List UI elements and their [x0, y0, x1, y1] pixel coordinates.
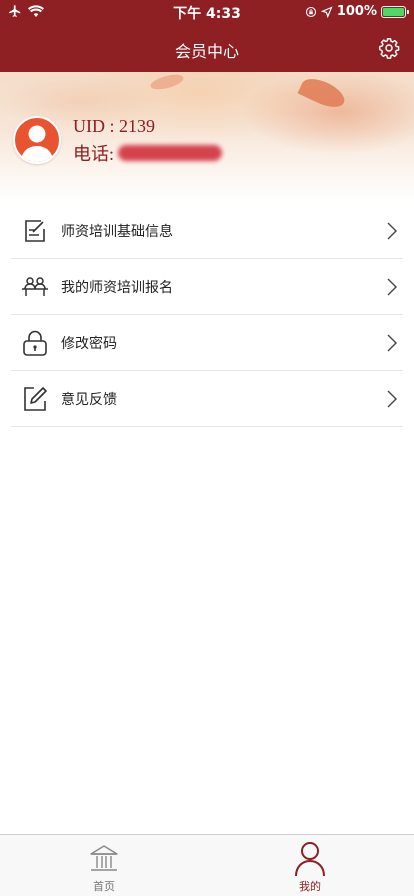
menu-item-change-password[interactable]: 修改密码	[11, 315, 403, 371]
pencil-square-icon	[24, 386, 47, 411]
header: 会员中心	[0, 24, 414, 72]
user-phone: 电话:	[73, 140, 223, 166]
lock-rotation-icon	[305, 6, 316, 17]
user-avatar-icon	[21, 125, 53, 162]
menu-item-feedback[interactable]: 意见反馈	[11, 371, 403, 427]
battery-percent: 100%	[336, 4, 377, 19]
edit-document-icon	[25, 219, 45, 242]
location-icon	[320, 5, 333, 18]
menu-item-label: 师资培训基础信息	[61, 223, 173, 240]
tab-home[interactable]: 首页	[74, 841, 134, 895]
tab-mine[interactable]: 我的	[280, 841, 340, 895]
chevron-right-icon	[387, 278, 397, 295]
status-bar: 下午 4:33 100%	[0, 0, 414, 24]
battery-level	[383, 7, 404, 16]
settings-button[interactable]	[378, 37, 400, 59]
menu-list: 师资培训基础信息 我的师资培训报名 修改密码 意见反馈	[11, 203, 403, 427]
menu-item-label: 修改密码	[61, 335, 117, 352]
tab-bar: 首页 我的	[0, 834, 414, 896]
tab-label: 首页	[93, 880, 115, 893]
classroom-icon	[22, 276, 48, 296]
menu-item-my-registration[interactable]: 我的师资培训报名	[11, 259, 403, 315]
avatar[interactable]	[13, 116, 61, 164]
phone-number-redacted	[118, 145, 223, 161]
chevron-right-icon	[387, 334, 397, 351]
chevron-right-icon	[387, 222, 397, 239]
profile-header: UID : 2139 电话:	[0, 72, 414, 200]
person-icon	[295, 842, 325, 877]
decorative-leaf	[297, 73, 349, 113]
chevron-right-icon	[387, 390, 397, 407]
user-uid: UID : 2139	[73, 116, 155, 136]
gear-icon	[379, 38, 400, 59]
menu-item-label: 意见反馈	[61, 391, 117, 408]
home-building-icon	[90, 845, 118, 871]
menu-item-label: 我的师资培训报名	[61, 279, 173, 296]
phone-label: 电话:	[73, 144, 115, 164]
lock-icon	[23, 330, 47, 356]
battery-icon	[381, 5, 409, 18]
status-right: 100%	[305, 4, 409, 19]
decorative-leaf	[149, 72, 185, 93]
menu-item-basic-info[interactable]: 师资培训基础信息	[11, 203, 403, 259]
page-title: 会员中心	[174, 42, 239, 61]
tab-label: 我的	[299, 880, 321, 893]
